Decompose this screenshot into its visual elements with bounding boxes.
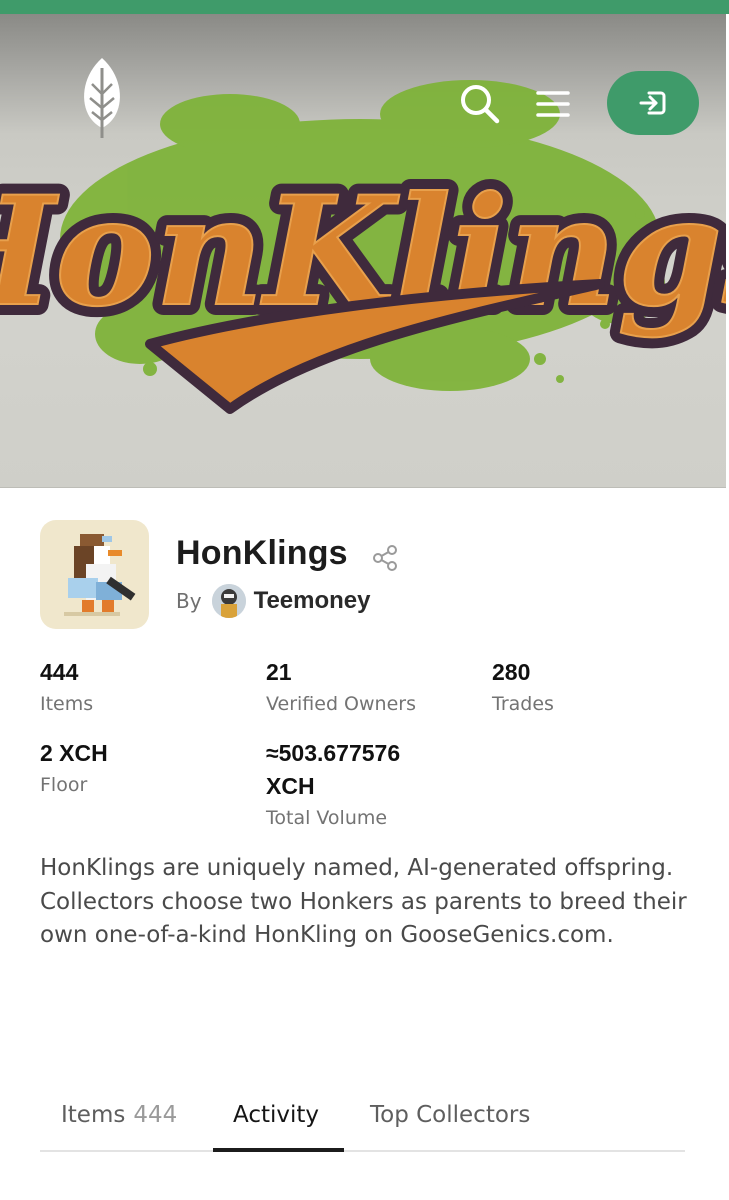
stat-floor-label: Floor	[40, 774, 88, 796]
leaf-logo-icon[interactable]	[74, 54, 130, 140]
tab-items-count: 444	[133, 1102, 178, 1128]
stat-items-value: 444	[40, 659, 79, 685]
creator-avatar-image	[211, 584, 246, 618]
tab-items-label: Items	[61, 1102, 126, 1128]
creator-name-link[interactable]: Teemoney	[254, 587, 371, 615]
search-icon[interactable]	[456, 80, 502, 126]
stat-items-label: Items	[40, 693, 94, 715]
active-tab-indicator	[213, 1148, 344, 1152]
share-icon[interactable]	[371, 544, 399, 572]
tab-items[interactable]: Items 444	[61, 1088, 177, 1152]
tab-activity[interactable]: Activity	[233, 1088, 319, 1152]
tab-top-collectors-label: Top Collectors	[370, 1102, 531, 1128]
stat-volume-value: ≈503.677576 XCH	[266, 740, 401, 799]
collection-tabs: Items 444 Activity Top Collectors	[40, 1088, 685, 1152]
top-accent-bar	[0, 0, 729, 14]
login-button[interactable]	[607, 71, 699, 135]
hamburger-menu-icon[interactable]	[532, 84, 574, 124]
stat-owners: 21 Verified Owners	[266, 656, 416, 718]
tab-top-collectors[interactable]: Top Collectors	[370, 1088, 530, 1152]
collection-description: HonKlings are uniquely named, AI-generat…	[40, 855, 687, 948]
creator-row: By Teemoney	[176, 584, 371, 618]
collection-banner: HonKlings HonKlings	[0, 14, 726, 488]
creator-avatar[interactable]	[211, 584, 246, 618]
stat-trades: 280 Trades	[492, 656, 554, 718]
stat-floor: 2 XCH Floor	[40, 737, 108, 799]
stat-floor-value: 2 XCH	[40, 740, 108, 766]
goose-pixel-art	[64, 534, 136, 616]
by-label: By	[176, 589, 202, 613]
login-icon	[639, 91, 666, 115]
tab-activity-label: Activity	[233, 1102, 320, 1128]
collection-title: HonKlings	[176, 534, 348, 572]
stat-trades-value: 280	[492, 659, 531, 685]
collection-avatar	[40, 520, 149, 629]
stat-volume-label: Total Volume	[266, 807, 388, 829]
stat-volume: ≈503.677576 XCH Total Volume	[266, 737, 426, 832]
stat-items: 444 Items	[40, 656, 93, 718]
stat-trades-label: Trades	[492, 693, 554, 715]
stat-owners-value: 21	[266, 659, 292, 685]
stat-owners-label: Verified Owners	[266, 693, 416, 715]
